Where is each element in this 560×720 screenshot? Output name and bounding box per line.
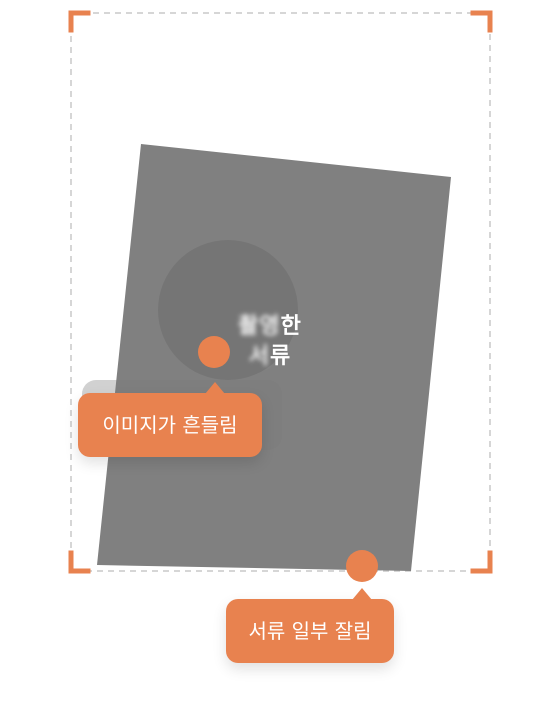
document-label-line1: 촬영한 [205, 312, 335, 342]
guide-diagram: 촬영한 서류 이미지가 흔들림 서류 일부 잘림 [0, 0, 560, 720]
corner-top-left-icon [68, 10, 91, 33]
document-label-line2-clear: 류 [270, 344, 292, 369]
document-label-line1-blurred: 촬영 [238, 314, 281, 339]
document-label-line2: 서류 [205, 342, 335, 372]
callout-document-cropped: 서류 일부 잘림 [226, 588, 394, 663]
callout-image-shake-text: 이미지가 흔들림 [102, 413, 238, 437]
callout-tip [352, 588, 372, 600]
corner-top-right-icon [470, 10, 493, 33]
corner-bottom-right-icon [470, 550, 493, 574]
document-label: 촬영한 서류 [205, 312, 335, 372]
callout-document-cropped-text: 서류 일부 잘림 [248, 619, 372, 643]
corner-bottom-left-icon [68, 550, 91, 574]
callout-tip [205, 382, 225, 394]
callout-image-shake: 이미지가 흔들림 [78, 382, 262, 457]
document-label-line1-clear: 한 [280, 314, 302, 339]
marker-dot-icon [346, 550, 378, 582]
document-label-line2-blurred: 서 [248, 344, 270, 369]
